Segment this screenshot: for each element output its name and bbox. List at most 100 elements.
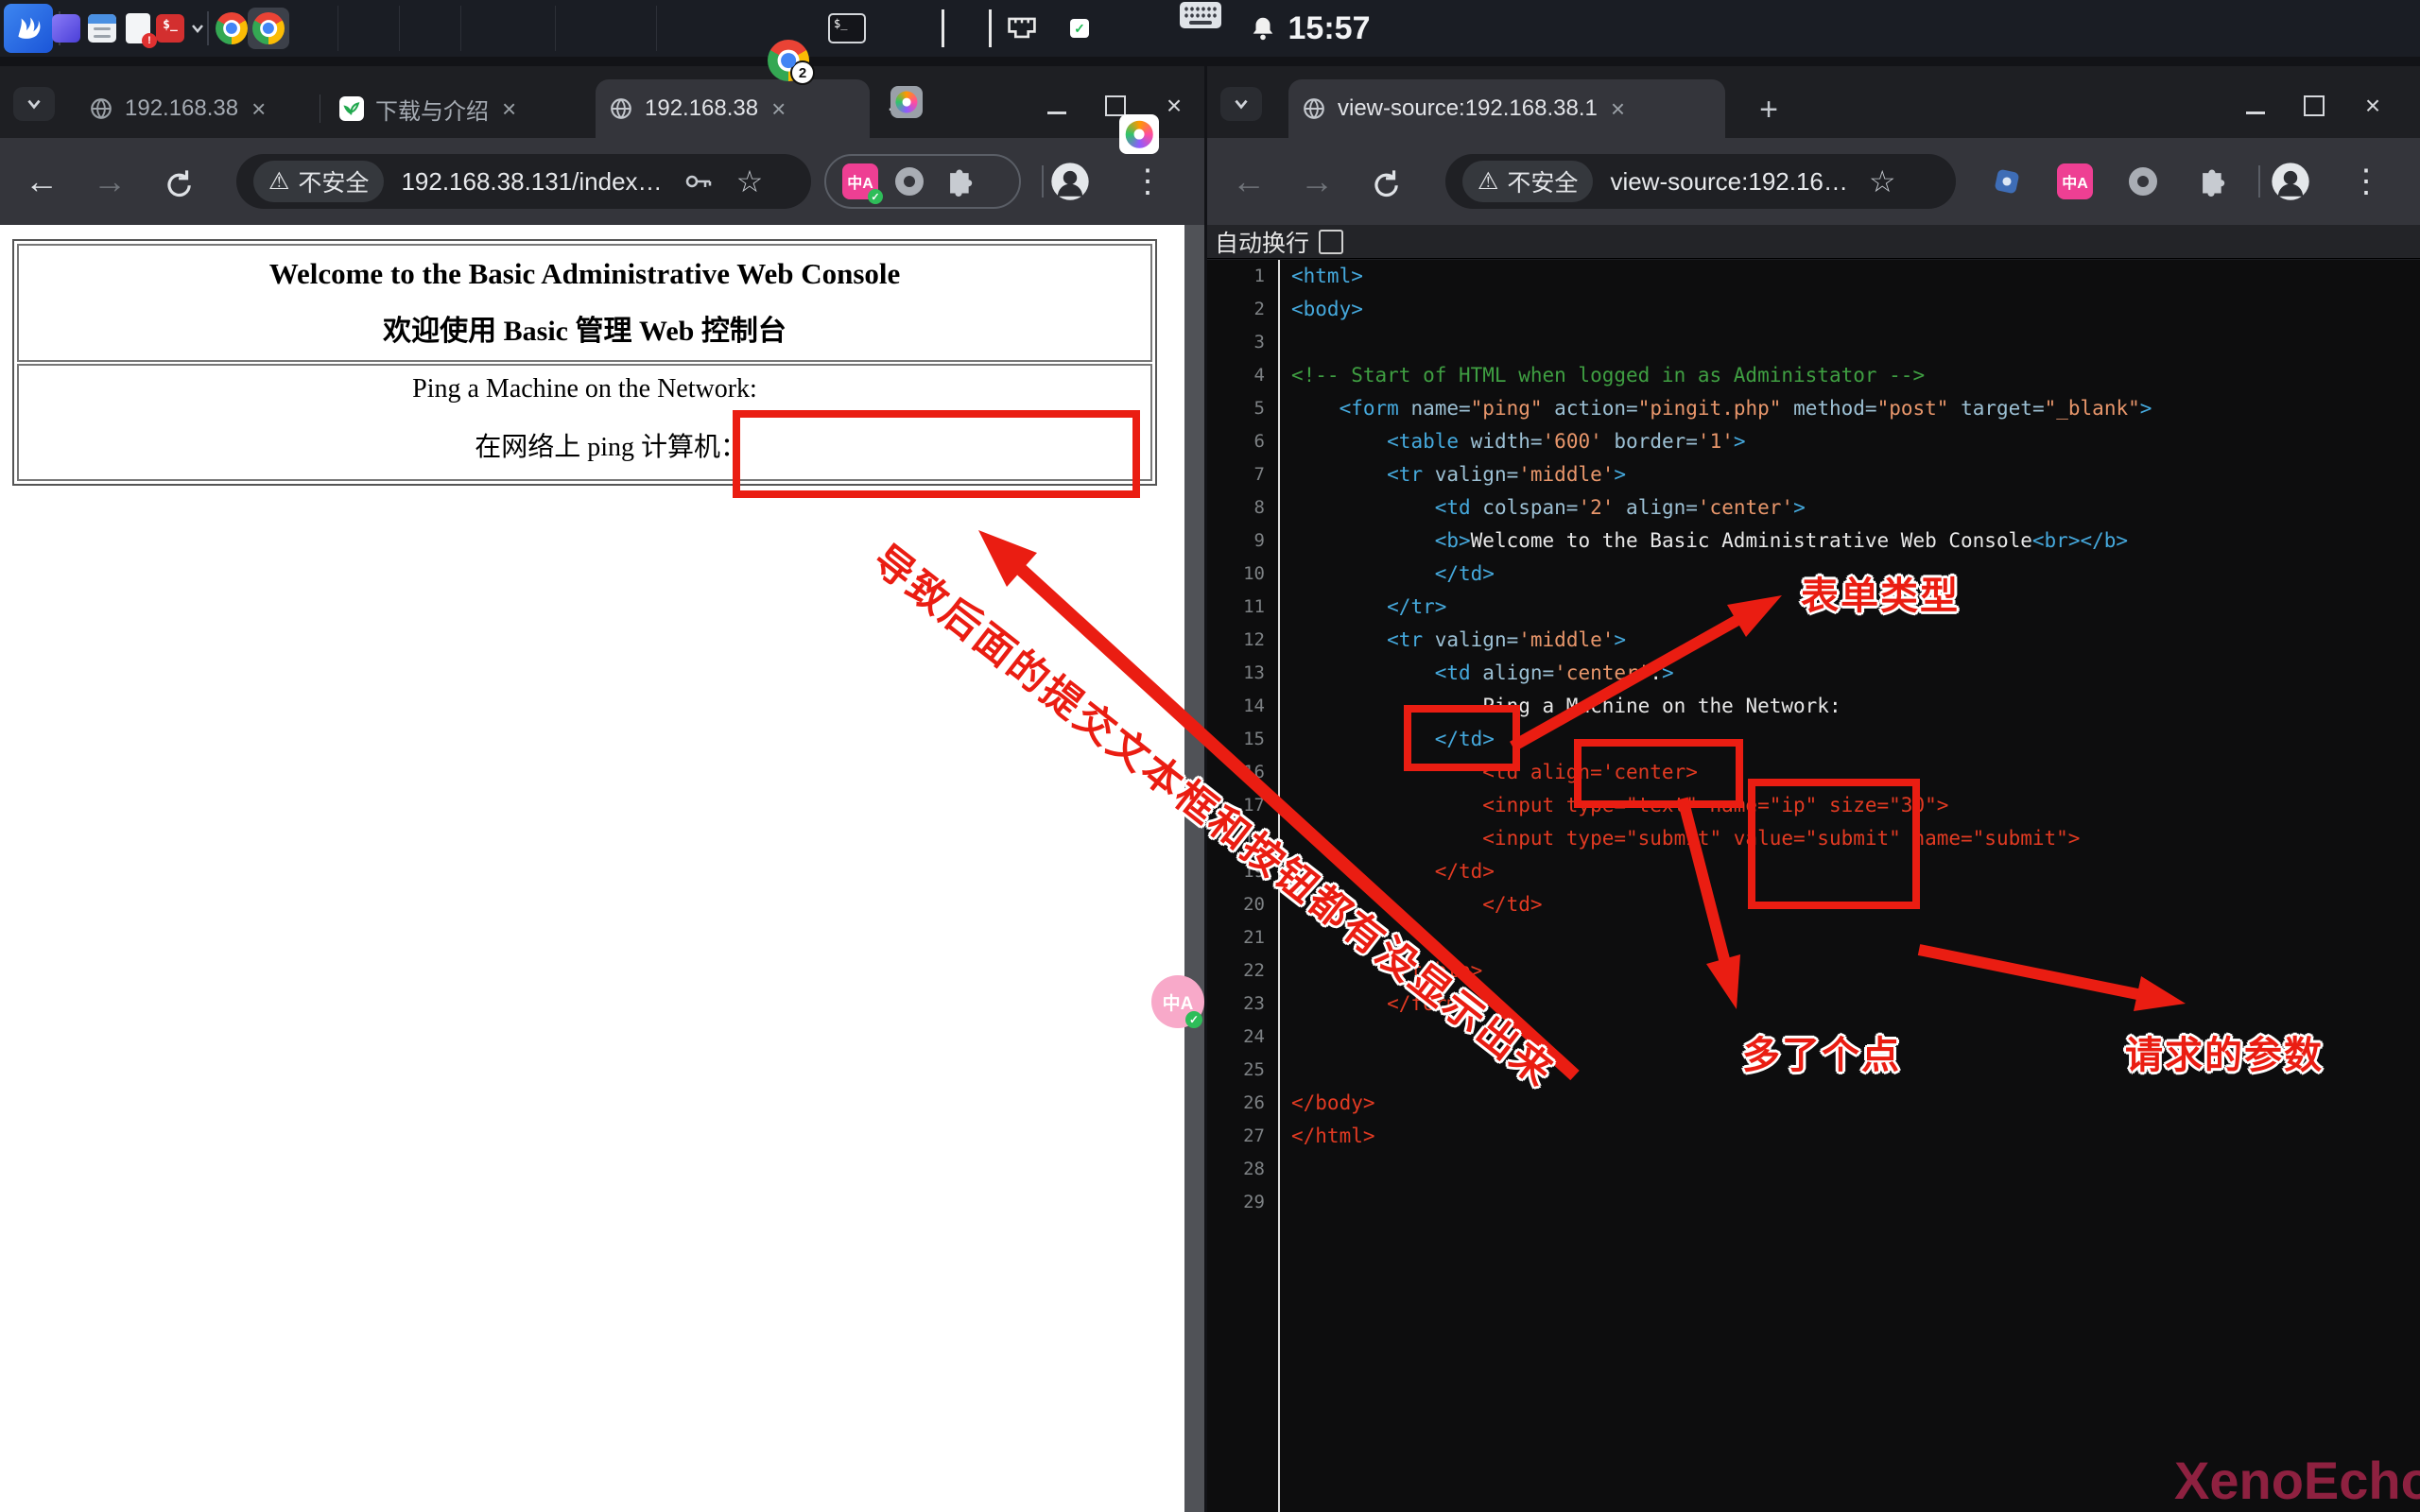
- source-code: 1<html>2<body>34<!-- Start of HTML when …: [1207, 260, 2420, 1512]
- close-window-button[interactable]: ×: [2354, 89, 2392, 123]
- code-line: 1<html>: [1207, 260, 2420, 293]
- back-button[interactable]: ←: [1222, 155, 1275, 208]
- web-page: Welcome to the Basic Administrative Web …: [0, 225, 1204, 1512]
- warning-icon: ⚠: [1478, 167, 1498, 196]
- notification-badge: !: [142, 33, 157, 48]
- back-button[interactable]: ←: [15, 155, 68, 208]
- terminal-tray-icon[interactable]: $_: [828, 13, 866, 43]
- globe-icon: [609, 96, 633, 121]
- profile-avatar[interactable]: [2264, 155, 2317, 208]
- browser-menu-button[interactable]: ⋮: [2340, 155, 2393, 208]
- minimize-button[interactable]: [1038, 89, 1076, 123]
- tab-search-button[interactable]: [1220, 87, 1262, 121]
- left-scrollbar[interactable]: [1184, 225, 1204, 1512]
- input-method-icon-active[interactable]: [1119, 114, 1159, 154]
- password-key-icon[interactable]: [683, 169, 716, 194]
- translate-fab-glyph: 中A: [1163, 989, 1194, 1015]
- input-method-icon-inactive[interactable]: [890, 86, 923, 118]
- network-ethernet-icon[interactable]: [1004, 12, 1040, 44]
- taskbar-chevron-down-icon[interactable]: [189, 20, 206, 37]
- bookmark-star-icon[interactable]: ☆: [736, 163, 764, 199]
- translate-floating-button[interactable]: 中A ✓: [1151, 975, 1204, 1028]
- translate-extension-icon[interactable]: 中A ✓: [842, 163, 878, 199]
- tab-close-icon[interactable]: ×: [502, 94, 516, 124]
- translate-extension-icon[interactable]: 中A: [2057, 163, 2093, 199]
- tab-2[interactable]: 下载与介绍 ×: [326, 79, 583, 138]
- tab-title: 下载与介绍: [375, 93, 489, 126]
- workspace-separator: [399, 6, 400, 51]
- clock[interactable]: 15:57: [1291, 9, 1367, 47]
- line-wrap-bar: 自动换行: [1207, 225, 2420, 259]
- extensions-puzzle-icon[interactable]: [2193, 163, 2229, 199]
- green-tray-glyph: ✓: [1074, 21, 1085, 37]
- browser-window-right: view-source:192.168.38.1 × + × ← → ⚠ 不安全…: [1207, 66, 2420, 1512]
- terminal-icon[interactable]: $_: [156, 14, 184, 43]
- code-line: 3: [1207, 326, 2420, 359]
- page-title-zh: 欢迎使用 Basic 管理 Web 控制台: [14, 307, 1155, 349]
- tab-search-button[interactable]: [13, 87, 55, 121]
- security-chip[interactable]: ⚠ 不安全: [1462, 161, 1593, 202]
- keyboard-layout-icon[interactable]: [1180, 2, 1221, 28]
- code-line: 8 <td colspan='2' align='center'>: [1207, 491, 2420, 524]
- sprout-favicon: [339, 96, 364, 121]
- code-line: 11 </tr>: [1207, 591, 2420, 624]
- line-wrap-checkbox[interactable]: [1319, 230, 1343, 254]
- code-line: 28: [1207, 1153, 2420, 1186]
- notifications-bell-icon[interactable]: [1248, 12, 1278, 44]
- code-line: 19 </td>: [1207, 855, 2420, 888]
- green-tray-icon[interactable]: ✓: [1070, 19, 1089, 38]
- reload-button[interactable]: [1358, 155, 1411, 208]
- browser-menu-button[interactable]: ⋮: [1121, 155, 1174, 208]
- workspace-separator: [555, 6, 556, 51]
- terminal-tray-glyph: $_: [834, 17, 847, 30]
- chrome-tray-icon[interactable]: 2: [768, 40, 809, 81]
- adblock-ring-icon[interactable]: [891, 163, 927, 199]
- tab-title: 192.168.38: [645, 95, 758, 122]
- kali-menu-button[interactable]: [4, 4, 53, 53]
- reload-button[interactable]: [151, 155, 204, 208]
- chrome-window-count-badge: 2: [790, 60, 815, 85]
- close-window-button[interactable]: ×: [1155, 89, 1193, 123]
- file-manager-icon-top: [88, 14, 116, 24]
- tab-1[interactable]: 192.168.38 ×: [76, 79, 312, 138]
- profile-avatar[interactable]: [1044, 155, 1097, 208]
- text-editor-icon[interactable]: !: [126, 13, 150, 43]
- tab-title: 192.168.38: [125, 95, 238, 122]
- address-bar[interactable]: ⚠ 不安全 view-source:192.16… ☆: [1445, 154, 1956, 209]
- file-manager-icon[interactable]: [88, 14, 116, 43]
- adblock-ring-icon[interactable]: [2125, 163, 2161, 199]
- globe-icon: [1302, 96, 1326, 121]
- url-text: 192.168.38.131/index…: [401, 167, 662, 197]
- forward-button[interactable]: →: [1290, 155, 1343, 208]
- extensions-puzzle-icon[interactable]: [941, 163, 977, 199]
- view-source-tab[interactable]: view-source:192.168.38.1 ×: [1288, 79, 1725, 138]
- right-tab-strip: view-source:192.168.38.1 × + ×: [1207, 66, 2420, 138]
- maximize-button[interactable]: [2295, 89, 2333, 123]
- code-line: 21: [1207, 921, 2420, 954]
- tab-close-icon[interactable]: ×: [771, 94, 786, 124]
- globe-icon: [89, 96, 113, 121]
- chrome-window-button-2[interactable]: [248, 8, 289, 49]
- blue-extension-icon[interactable]: [1989, 163, 2025, 199]
- minimize-button[interactable]: [2237, 89, 2274, 123]
- gutter-separator: [1278, 260, 1280, 1512]
- code-line: 15 </td>: [1207, 723, 2420, 756]
- code-line: 24: [1207, 1021, 2420, 1054]
- translate-glyph: 中A: [2062, 170, 2088, 193]
- tab-close-icon[interactable]: ×: [251, 94, 266, 124]
- code-line: 14 Ping a Machine on the Network:: [1207, 690, 2420, 723]
- security-chip[interactable]: ⚠ 不安全: [253, 161, 384, 202]
- tab-3-active[interactable]: 192.168.38 ×: [596, 79, 870, 138]
- code-line: 12 <tr valign='middle'>: [1207, 624, 2420, 657]
- bookmark-star-icon[interactable]: ☆: [1869, 163, 1896, 199]
- forward-button[interactable]: →: [83, 155, 136, 208]
- ping-prompt-zh: 在网络上 ping 计算机：: [14, 426, 747, 464]
- app-icon-purple[interactable]: [52, 14, 80, 43]
- chrome-window-button-1[interactable]: [216, 12, 248, 44]
- new-tab-button[interactable]: +: [1752, 93, 1786, 127]
- address-bar[interactable]: ⚠ 不安全 192.168.38.131/index… ☆: [236, 154, 811, 209]
- left-toolbar: ← → ⚠ 不安全 192.168.38.131/index… ☆ 中A ✓: [0, 138, 1204, 225]
- code-line: 5 <form name="ping" action="pingit.php" …: [1207, 392, 2420, 425]
- tab-close-icon[interactable]: ×: [1611, 94, 1625, 124]
- code-line: 29: [1207, 1186, 2420, 1219]
